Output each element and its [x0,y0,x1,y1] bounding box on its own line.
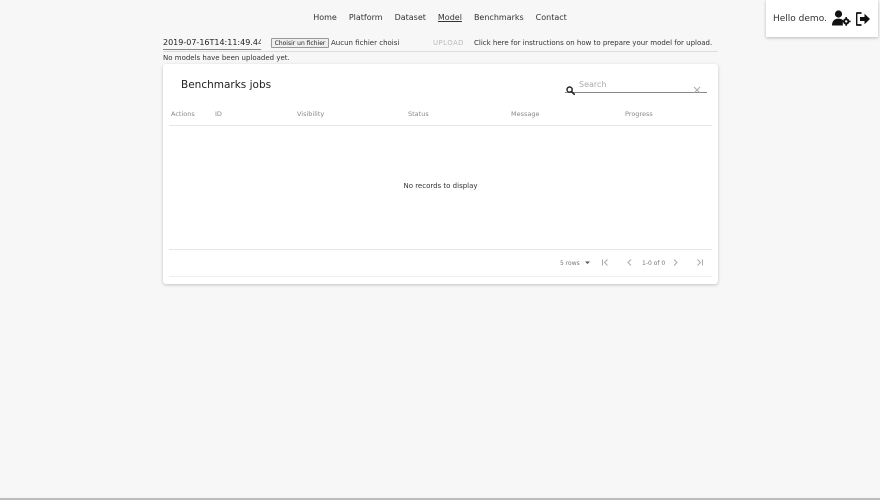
search-icon [566,80,576,99]
nav-contact[interactable]: Contact [536,13,567,22]
empty-table-message: No records to display [403,182,478,190]
model-upload-row: Choisir un fichier Aucun fichier choisi … [163,36,718,52]
chevron-down-icon[interactable] [584,259,591,268]
previous-page-icon[interactable] [625,258,634,269]
search-input[interactable] [579,78,689,91]
upload-instructions-link[interactable]: Click here for instructions on how to pr… [474,39,712,47]
column-header-status[interactable]: Status [408,110,429,118]
column-header-message[interactable]: Message [511,110,540,118]
benchmarks-jobs-table: Benchmarks jobs Actions ID Visibility St… [163,64,718,284]
next-page-icon[interactable] [671,258,680,269]
clear-icon[interactable] [693,79,701,98]
upload-button[interactable]: UPLOAD [433,39,464,47]
first-page-icon[interactable] [601,258,610,269]
top-navigation: Home Platform Dataset Model Benchmarks C… [0,13,880,22]
nav-model[interactable]: Model [438,13,462,22]
table-title: Benchmarks jobs [181,79,272,91]
page-range-text: 1-0 of 0 [642,260,666,267]
nav-home[interactable]: Home [313,13,337,22]
nav-platform[interactable]: Platform [349,13,383,22]
search-field [565,77,707,96]
pagination: 5 rows 1-0 of 0 [163,257,718,271]
column-header-id[interactable]: ID [215,110,222,118]
table-header: Actions ID Visibility Status Message Pro… [169,106,712,126]
file-status-text: Aucun fichier choisi [331,39,400,47]
column-header-progress[interactable]: Progress [625,110,653,118]
nav-dataset[interactable]: Dataset [395,13,426,22]
column-header-actions[interactable]: Actions [171,110,195,118]
last-page-icon[interactable] [695,258,704,269]
user-panel: Hello demo. [766,0,878,37]
logout-icon[interactable] [855,11,871,30]
no-models-message: No models have been uploaded yet. [163,54,290,62]
column-header-visibility[interactable]: Visibility [297,110,324,118]
table-footer-divider [169,249,712,250]
user-greeting: Hello demo. [773,13,827,24]
rows-per-page-select[interactable]: 5 rows [560,260,580,267]
upload-divider [163,51,718,52]
date-field[interactable] [163,36,261,50]
user-gear-icon[interactable] [832,10,851,30]
choose-file-button[interactable]: Choisir un fichier [271,38,329,48]
table-bottom-divider [169,276,712,277]
nav-benchmarks[interactable]: Benchmarks [474,13,524,22]
